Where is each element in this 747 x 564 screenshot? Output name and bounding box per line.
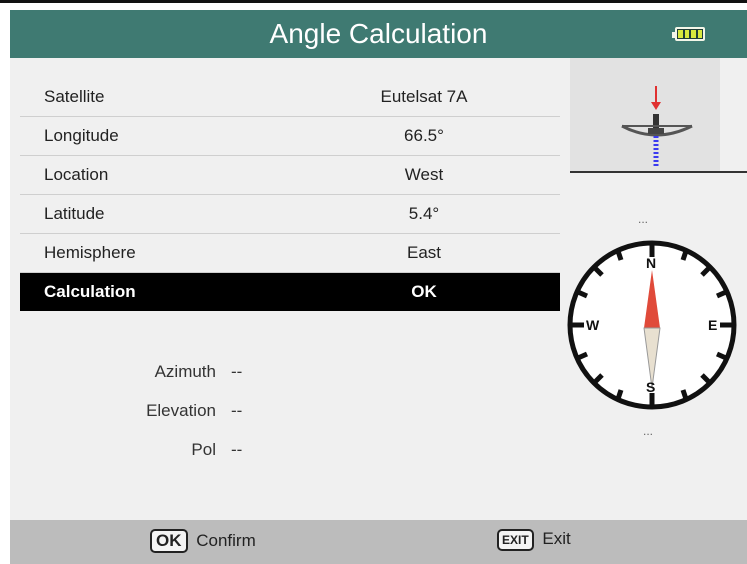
exit-hint[interactable]: EXIT Exit xyxy=(497,529,571,551)
azimuth-result: Azimuth -- xyxy=(96,362,296,386)
compass-icon: N S W E xyxy=(567,240,737,410)
compass-south-label: S xyxy=(646,379,655,395)
compass-north-label: N xyxy=(646,255,656,271)
row-satellite[interactable]: Satellite Eutelsat 7A xyxy=(20,78,560,117)
row-value: 66.5° xyxy=(404,126,444,145)
row-calculation[interactable]: Calculation OK xyxy=(20,273,560,311)
row-value: West xyxy=(404,165,444,184)
satellite-dish-icon xyxy=(570,58,747,173)
confirm-label: Confirm xyxy=(196,531,256,550)
row-label: Satellite xyxy=(44,87,105,106)
compass-west-label: W xyxy=(586,317,600,333)
row-value: 5.4° xyxy=(408,204,440,223)
azimuth-value: -- xyxy=(231,362,243,381)
dish-readout: ... xyxy=(638,212,649,226)
top-border-line xyxy=(0,0,747,3)
exit-key-icon: EXIT xyxy=(497,529,534,551)
ok-key-icon: OK xyxy=(150,529,188,553)
footer-bar: OK Confirm EXIT Exit xyxy=(10,520,747,564)
page-title: Angle Calculation xyxy=(269,18,488,49)
azimuth-label: Azimuth xyxy=(154,362,216,381)
title-bar: Angle Calculation xyxy=(10,10,747,58)
row-label: Location xyxy=(44,165,109,184)
elevation-value: -- xyxy=(231,401,243,420)
row-value: OK xyxy=(411,282,437,301)
row-label: Latitude xyxy=(44,204,105,223)
confirm-hint[interactable]: OK Confirm xyxy=(150,529,256,553)
row-longitude[interactable]: Longitude 66.5° xyxy=(20,117,560,156)
compass-readout: ... xyxy=(643,424,654,438)
row-label: Hemisphere xyxy=(44,243,136,262)
pol-label: Pol xyxy=(191,440,216,459)
compass-east-label: E xyxy=(708,317,717,333)
exit-label: Exit xyxy=(542,529,571,548)
row-latitude[interactable]: Latitude 5.4° xyxy=(20,195,560,234)
elevation-label: Elevation xyxy=(146,401,216,420)
row-value: Eutelsat 7A xyxy=(380,87,468,106)
row-location[interactable]: Location West xyxy=(20,156,560,195)
pol-result: Pol -- xyxy=(96,440,296,464)
battery-full-icon xyxy=(672,27,705,41)
row-value: East xyxy=(406,243,442,262)
pol-value: -- xyxy=(231,440,243,459)
elevation-result: Elevation -- xyxy=(96,401,296,425)
row-label: Calculation xyxy=(44,282,136,301)
compass: N S W E xyxy=(560,240,747,410)
row-hemisphere[interactable]: Hemisphere East xyxy=(20,234,560,273)
dish-indicator xyxy=(560,58,747,188)
row-label: Longitude xyxy=(44,126,119,145)
